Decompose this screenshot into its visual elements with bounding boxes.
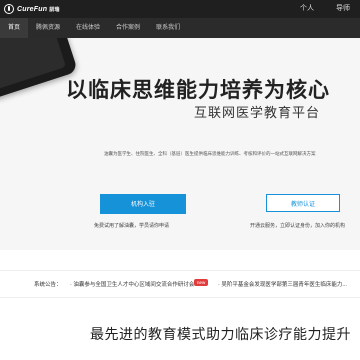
- nav-item-home[interactable]: 首页: [0, 18, 29, 38]
- announcement-item[interactable]: · 油囊参与全国卫生人才中心区域间交流合作研讨会: [70, 280, 194, 288]
- top-links: 个人 导师: [300, 3, 350, 13]
- hero-subtitle: 互联网医学教育平台: [193, 105, 320, 120]
- teacher-certify-button[interactable]: 教师认证: [266, 194, 340, 212]
- main-nav: 首页 腾佩资源 在线体验 合作案例 联系我们: [0, 18, 360, 38]
- nav-item-cases[interactable]: 合作案例: [108, 18, 148, 38]
- nav-item-resources[interactable]: 腾佩资源: [28, 18, 68, 38]
- top-bar: CureFun 訓瑞 个人 导师: [0, 0, 360, 18]
- nav-item-online-trial[interactable]: 在线体验: [68, 18, 108, 38]
- logo-badge: 訓瑞: [49, 6, 60, 13]
- new-badge: new: [194, 279, 209, 286]
- announcement-item[interactable]: · 吴阶平基金会发现医学部第三届青年医生临床能力...: [218, 280, 347, 288]
- trial-hint: 免费试用了解油囊，学员请你申请: [94, 223, 170, 229]
- institution-join-button[interactable]: 机构入驻: [100, 194, 186, 214]
- mentor-link[interactable]: 导师: [336, 3, 350, 13]
- hero-description: 油囊为医学生、住院医生、全科（基层）医生提供临床思维能力训练、考核和评价的一站式…: [104, 151, 316, 156]
- personal-link[interactable]: 个人: [300, 3, 314, 13]
- brand-logo[interactable]: CureFun 訓瑞: [4, 2, 60, 16]
- section-title: 最先进的教育模式助力临床诊疗能力提升: [90, 326, 351, 342]
- cloud-service-hint: 开通云服务，立即认证身份，加入你的机构: [250, 223, 346, 229]
- hero-banner: 以临床思维能力培养为核心 互联网医学教育平台 油囊为医学生、住院医生、全科（基层…: [0, 38, 360, 250]
- announcement-label: 系统公告：: [34, 282, 62, 288]
- hero-title: 以临床思维能力培养为核心: [66, 79, 330, 102]
- logo-text: CureFun: [17, 5, 48, 13]
- curefun-logo-icon: [4, 4, 14, 14]
- nav-item-contact[interactable]: 联系我们: [148, 18, 188, 38]
- announcement-bar: 系统公告： · 油囊参与全国卫生人才中心区域间交流合作研讨会 new · 吴阶平…: [0, 270, 360, 298]
